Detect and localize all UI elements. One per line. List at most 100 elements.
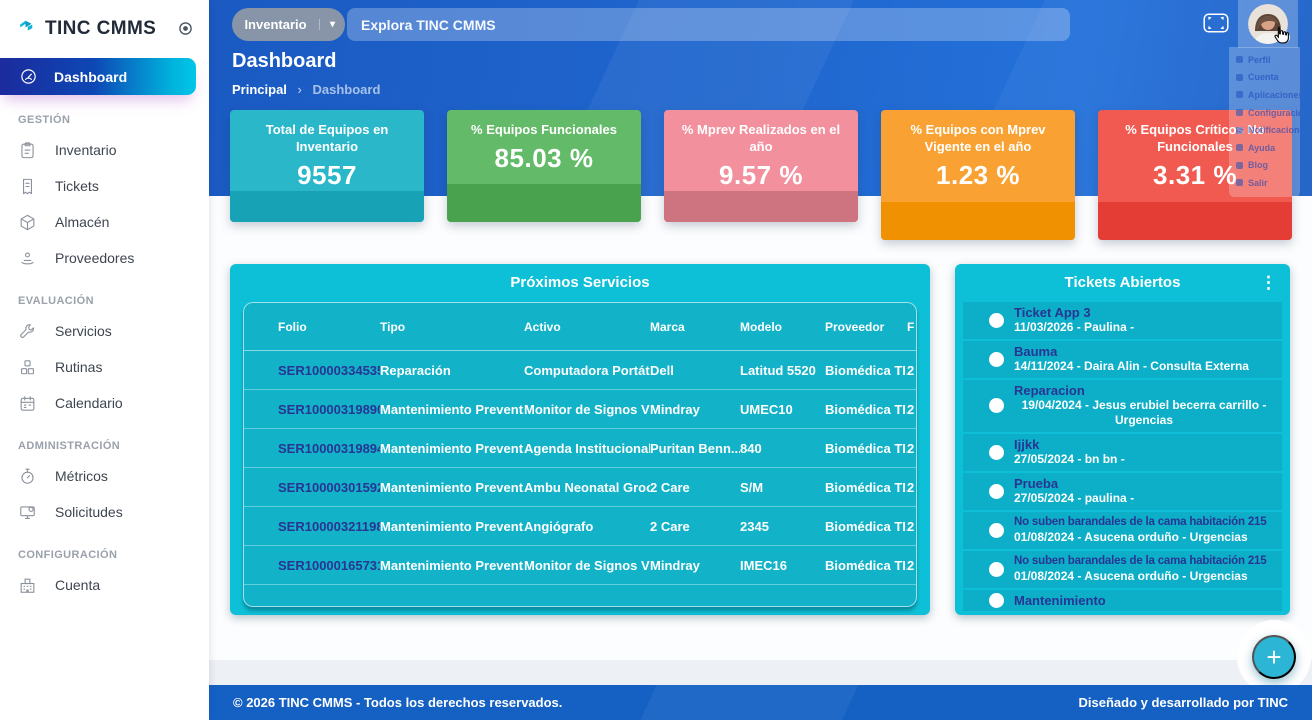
- ticket-meta: 19/04/2024 - Jesus erubiel becerra carri…: [1014, 398, 1274, 428]
- footer-credit: Diseñado y desarrollado por TINC: [1079, 695, 1289, 710]
- ticket-item[interactable]: Reparacion19/04/2024 - Jesus erubiel bec…: [963, 380, 1282, 432]
- folio-link[interactable]: SER10000165731: [278, 558, 380, 573]
- ticket-meta: 27/05/2024 - paulina -: [1014, 491, 1274, 506]
- ticket-title[interactable]: Ijjkk: [1014, 437, 1274, 452]
- user-menu-item-salir[interactable]: Salir: [1229, 174, 1300, 192]
- ticket-title[interactable]: Ticket App 3: [1014, 305, 1274, 320]
- ticket-radio[interactable]: [989, 398, 1004, 413]
- sidebar-item-cuenta[interactable]: Cuenta: [0, 567, 209, 603]
- kpi-card: % Equipos Funcionales85.03 %: [447, 110, 641, 222]
- ticket-title[interactable]: Reparacion: [1014, 383, 1274, 398]
- ticket-radio[interactable]: [989, 562, 1004, 577]
- table-cell: Monitor de Signos Vital...: [524, 402, 650, 417]
- brand-logo-icon: [18, 17, 36, 40]
- user-menu-item-label: Configuración: [1248, 108, 1300, 118]
- folio-link[interactable]: SER10000319894: [278, 441, 380, 456]
- breadcrumb-root[interactable]: Principal: [232, 82, 287, 97]
- column-header: Marca: [650, 320, 740, 334]
- folio-link[interactable]: SER10000319890: [278, 402, 380, 417]
- calendario-icon: [18, 393, 38, 413]
- module-selector-button[interactable]: Inventario: [232, 8, 345, 41]
- table-cell: Mindray: [650, 558, 740, 573]
- page-title: Dashboard: [232, 50, 336, 73]
- metricos-icon: [18, 466, 38, 486]
- table-cell: Biomédica TI...: [825, 402, 907, 417]
- table-row[interactable]: SER10000319894Mantenimiento Prevent...Ag…: [244, 429, 916, 468]
- ticket-item[interactable]: Ijjkk27/05/2024 - bn bn -: [963, 434, 1282, 471]
- user-menu-item-label: Blog: [1248, 160, 1268, 170]
- kebab-menu-icon[interactable]: [1260, 273, 1277, 293]
- sidebar-item-inventario[interactable]: Inventario: [0, 132, 209, 168]
- folio-link[interactable]: SER10000301592: [278, 480, 380, 495]
- kpi-footer: [664, 191, 858, 222]
- ticket-radio[interactable]: [989, 593, 1004, 608]
- bank-icon: [1236, 74, 1243, 81]
- user-menu-item-label: Aplicaciones: [1248, 90, 1300, 100]
- user-menu-item-blog[interactable]: Blog: [1229, 157, 1300, 175]
- search-input[interactable]: [347, 8, 1070, 41]
- table-cell: Biomédica TI...: [825, 363, 907, 378]
- user-menu-item-notificaciones[interactable]: Notificaciones: [1229, 121, 1300, 139]
- ticket-title[interactable]: Bauma: [1014, 344, 1274, 359]
- sidebar-item-proveedores[interactable]: Proveedores: [0, 240, 209, 276]
- user-menu-item-configuracion[interactable]: Configuración: [1229, 104, 1300, 122]
- servicios-icon: [18, 321, 38, 341]
- ticket-item[interactable]: Ticket App 311/03/2026 - Paulina -: [963, 302, 1282, 339]
- user-menu-item-ayuda[interactable]: Ayuda: [1229, 139, 1300, 157]
- ticket-item[interactable]: Prueba27/05/2024 - paulina -: [963, 473, 1282, 510]
- ticket-radio[interactable]: [989, 445, 1004, 460]
- sidebar-item-dashboard[interactable]: Dashboard: [0, 58, 196, 95]
- table-cell: 2: [907, 480, 916, 495]
- ticket-item[interactable]: Bauma14/11/2024 - Daira Alin - Consulta …: [963, 341, 1282, 378]
- ticket-radio[interactable]: [989, 313, 1004, 328]
- table-body: SER10000334535ReparaciónComputadora Port…: [244, 351, 916, 585]
- folio-link[interactable]: SER10000321198: [278, 519, 380, 534]
- sidebar-item-calendario[interactable]: Calendario: [0, 385, 209, 421]
- ticket-item[interactable]: No suben barandales de la cama habitació…: [963, 512, 1282, 549]
- gear-icon: [1236, 109, 1243, 116]
- brand: TINC CMMS: [0, 0, 209, 54]
- sidebar-item-solicitudes[interactable]: Solicitudes: [0, 494, 209, 530]
- table-row[interactable]: SER10000165731Mantenimiento Prevent...Mo…: [244, 546, 916, 585]
- sidebar-pin-toggle-icon[interactable]: [177, 20, 195, 38]
- column-header: F: [907, 320, 916, 334]
- kpi-card: % Equipos con Mprev Vigente en el año1.2…: [881, 110, 1075, 240]
- ticket-radio[interactable]: [989, 484, 1004, 499]
- table-row[interactable]: SER10000319890Mantenimiento Prevent...Mo…: [244, 390, 916, 429]
- user-menu-item-label: Salir: [1248, 178, 1268, 188]
- proveedores-icon: [18, 248, 38, 268]
- sidebar-item-servicios[interactable]: Servicios: [0, 313, 209, 349]
- ticket-radio[interactable]: [989, 523, 1004, 538]
- table-cell: 2345: [740, 519, 825, 534]
- fullscreen-icon[interactable]: [1203, 13, 1229, 33]
- folio-link[interactable]: SER10000334535: [278, 363, 380, 378]
- user-dropdown-menu: PerfilCuenta Aplicaciones Configuración Not…: [1229, 47, 1300, 197]
- user-menu-item-aplicaciones[interactable]: Aplicaciones: [1229, 86, 1300, 104]
- ticket-item[interactable]: No suben barandales de la cama habitació…: [963, 551, 1282, 588]
- ticket-title[interactable]: No suben barandales de la cama habitació…: [1014, 515, 1274, 530]
- add-fab-button[interactable]: +: [1252, 635, 1296, 679]
- kpi-title: Total de Equipos en Inventario: [230, 121, 424, 155]
- sidebar-item-rutinas[interactable]: Rutinas: [0, 349, 209, 385]
- kpi-value: 85.03 %: [495, 143, 594, 174]
- table-cell: Mantenimiento Prevent...: [380, 558, 524, 573]
- ticket-title[interactable]: Mantenimiento: [1014, 593, 1274, 608]
- nav-section-heading: CONFIGURACIÓN: [0, 530, 209, 567]
- ticket-meta: 14/11/2024 - Daira Alin - Consulta Exter…: [1014, 359, 1274, 374]
- table-row[interactable]: SER10000334535ReparaciónComputadora Port…: [244, 351, 916, 390]
- table-row[interactable]: SER10000301592Mantenimiento Prevent...Am…: [244, 468, 916, 507]
- almacen-icon: [18, 212, 38, 232]
- sidebar-item-metricos[interactable]: Métricos: [0, 458, 209, 494]
- ticket-item[interactable]: Mantenimiento: [963, 590, 1282, 611]
- table-row[interactable]: SER10000321198Mantenimiento Prevent...An…: [244, 507, 916, 546]
- sidebar-item-almacen[interactable]: Almacén: [0, 204, 209, 240]
- ticket-title[interactable]: Prueba: [1014, 476, 1274, 491]
- user-menu-item-cuenta[interactable]: Cuenta: [1229, 69, 1300, 87]
- sidebar-item-tickets[interactable]: Tickets: [0, 168, 209, 204]
- table-cell: 2: [907, 519, 916, 534]
- nav-section-heading: EVALUACIÓN: [0, 276, 209, 313]
- user-menu-item-perfil[interactable]: Perfil: [1229, 51, 1300, 69]
- table-cell: Monitor de Signos Vital...: [524, 558, 650, 573]
- ticket-title[interactable]: No suben barandales de la cama habitació…: [1014, 554, 1274, 569]
- ticket-radio[interactable]: [989, 352, 1004, 367]
